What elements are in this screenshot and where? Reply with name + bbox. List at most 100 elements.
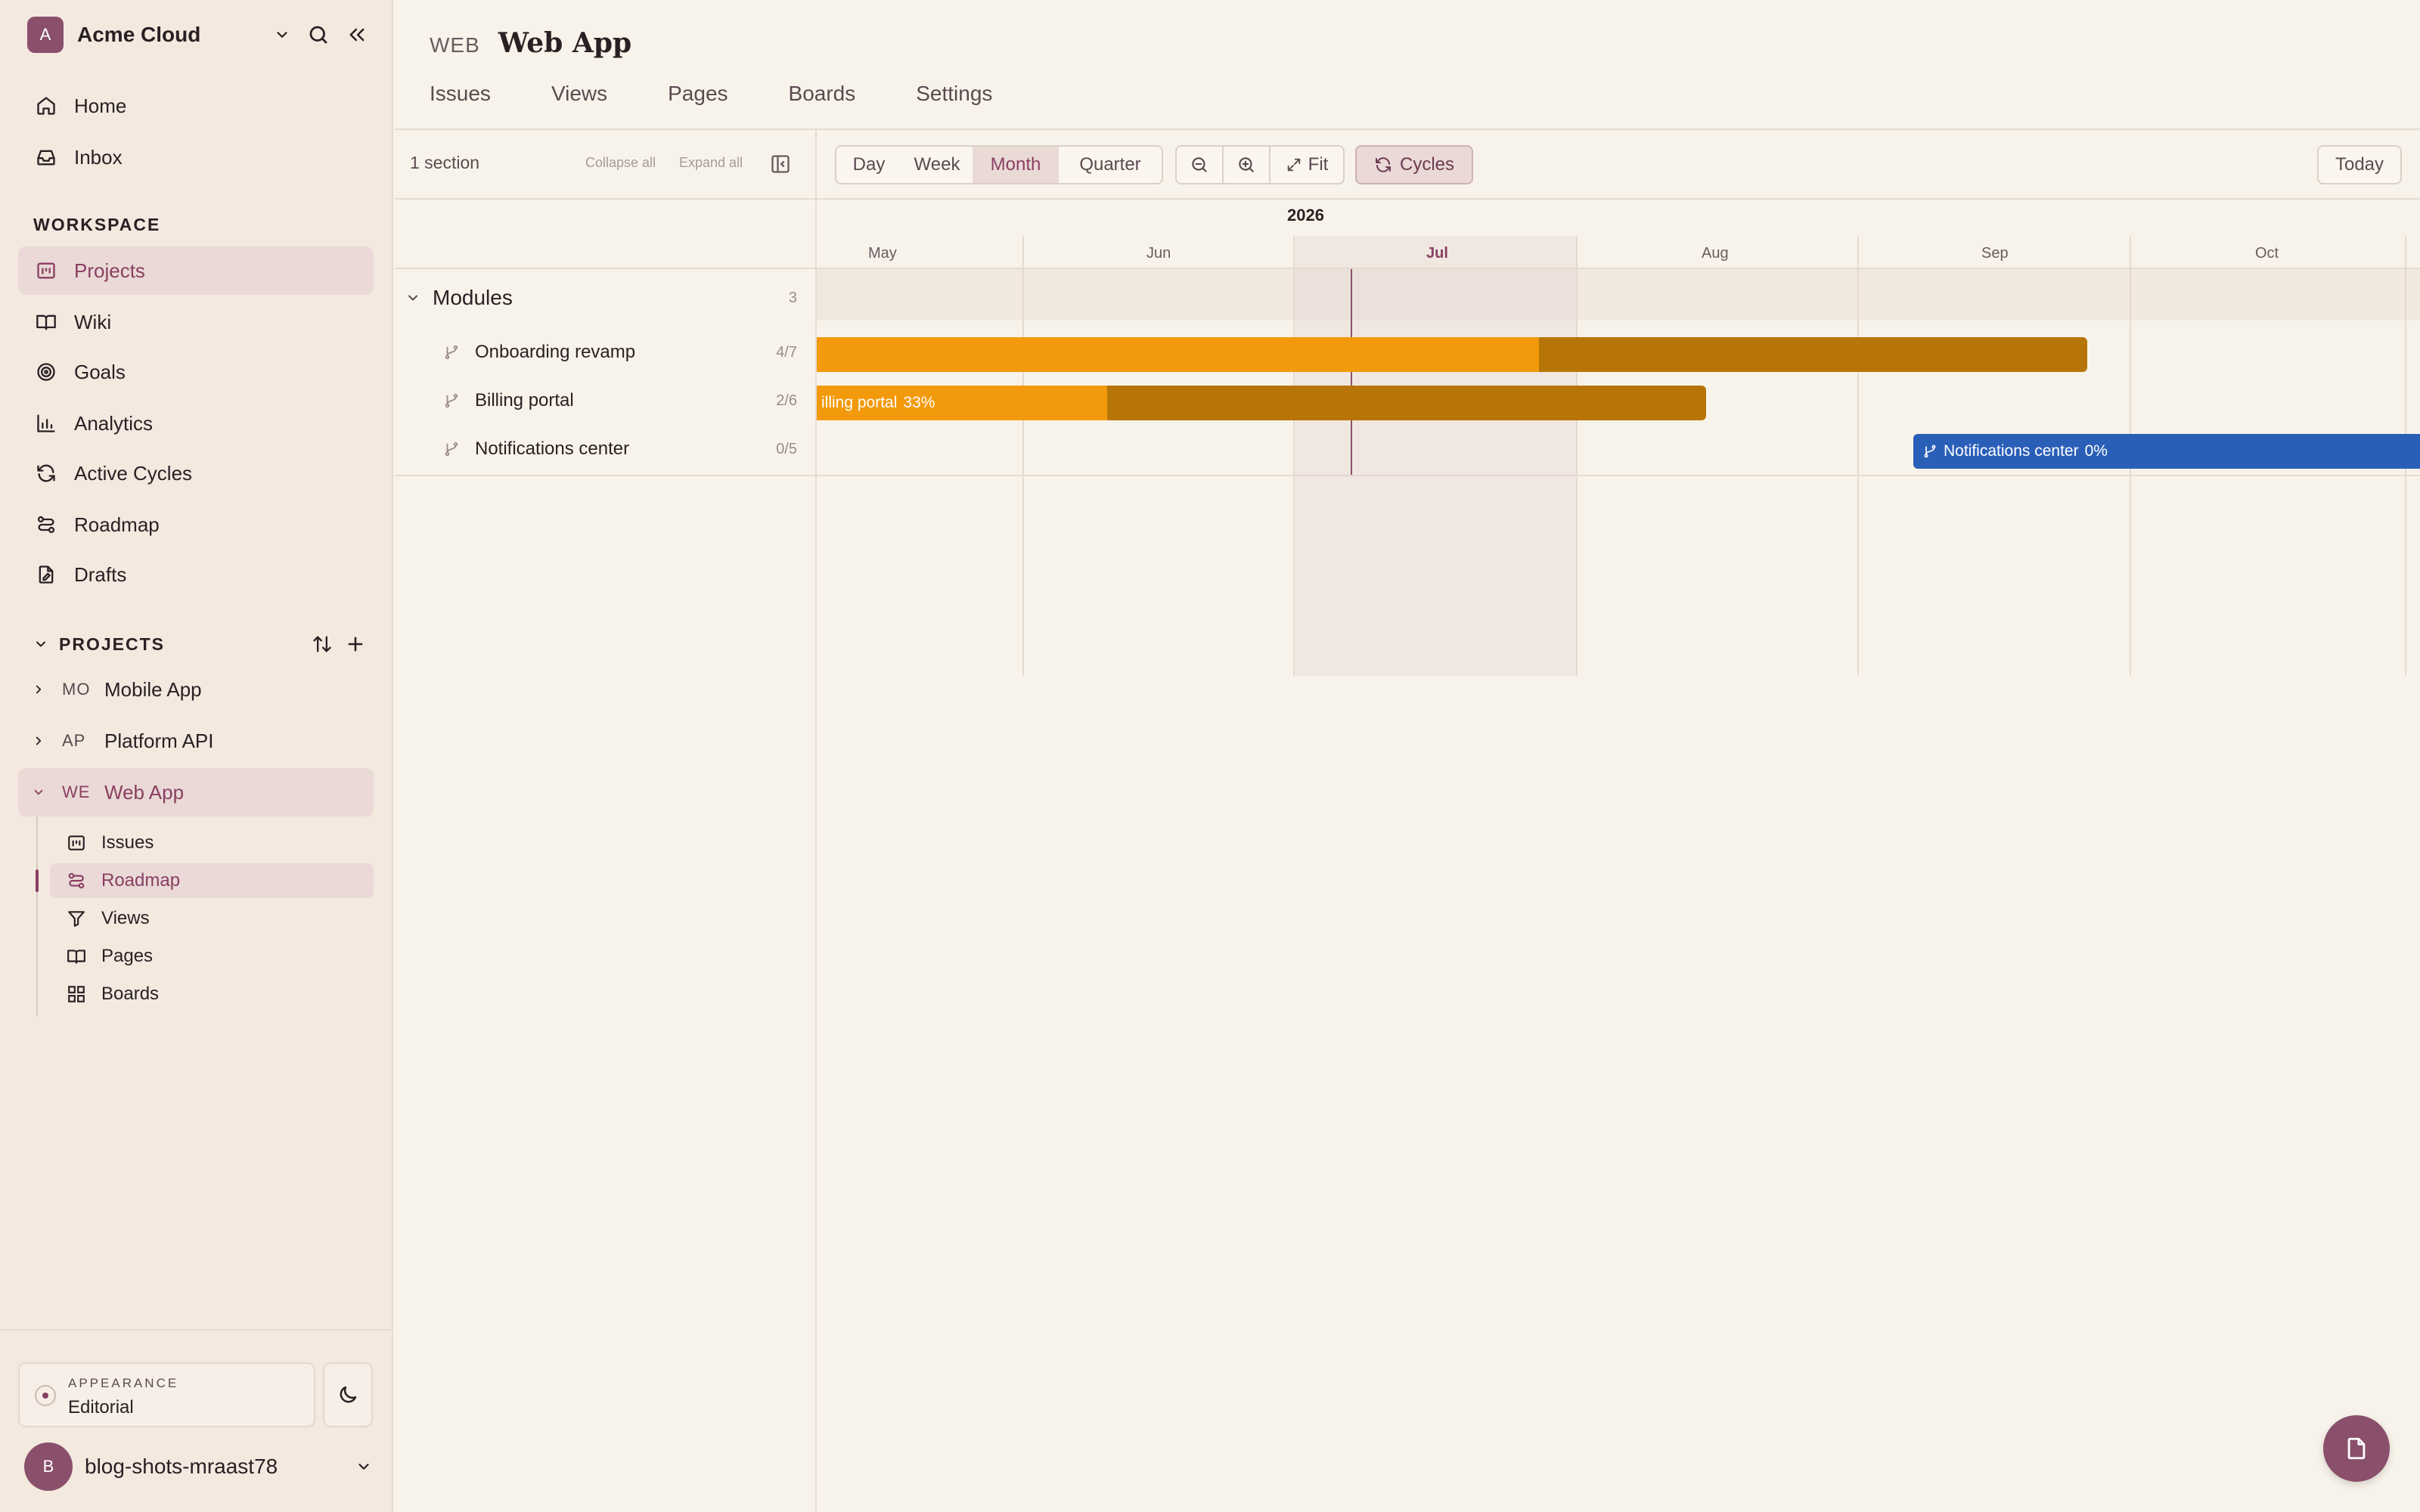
scale-day[interactable]: Day [836,147,901,183]
nav-drafts[interactable]: Drafts [18,550,374,599]
list-item[interactable]: Notifications center 0/5 [395,426,815,472]
scale-month[interactable]: Month [973,147,1059,183]
project-mobile-app[interactable]: MO Mobile App [18,665,374,714]
chevron-down-icon[interactable] [33,637,48,652]
git-branch-icon [442,344,461,361]
chevron-right-icon[interactable] [32,683,45,696]
avatar: B [24,1442,73,1491]
projects-icon [33,260,59,281]
month-label: Aug [1702,245,1729,262]
gantt-bar-label: Notifications center 0% [1913,442,2108,460]
nav-active-cycles-label: Active Cycles [74,461,193,485]
zoom-in-button[interactable] [1224,147,1270,183]
chevron-down-icon[interactable] [405,290,420,305]
moon-icon [337,1383,359,1406]
scale-quarter[interactable]: Quarter [1059,147,1162,183]
user-name: blog-shots-mraast78 [85,1455,278,1478]
list-item[interactable]: Billing portal 2/6 [395,378,815,423]
issues-icon [65,833,88,853]
subnav-boards[interactable]: Boards [50,977,374,1012]
nav-inbox[interactable]: Inbox [18,133,374,181]
project-web-app[interactable]: WE Web App [18,768,374,816]
module-progress: 4/7 [776,343,797,361]
list-item[interactable]: Onboarding revamp 4/7 [395,330,815,375]
subnav-issues-label: Issues [101,832,154,853]
subnav-roadmap[interactable]: Roadmap [50,863,374,898]
gantt-bar[interactable]: illing portal 33% [817,386,1706,420]
module-name: Notifications center [475,438,630,459]
gantt-timeline: 2026 May Jun Jul Aug Sep Oct illing port… [817,200,2420,1512]
chevron-down-icon[interactable] [274,26,290,43]
chevron-down-icon[interactable] [355,1458,372,1475]
zoom-out-button[interactable] [1177,147,1224,183]
tab-issues[interactable]: Issues [411,82,509,106]
nav-drafts-label: Drafts [74,562,127,586]
bar-chart-icon [33,413,59,434]
subnav-pages[interactable]: Pages [50,939,374,974]
chevron-down-icon[interactable] [32,785,45,799]
appearance-selector[interactable]: APPEARANCE Editorial [18,1362,315,1427]
year-label: 2026 [1287,206,1324,225]
subnav-guide-line [36,816,38,1016]
nav-wiki-label: Wiki [74,310,112,333]
tab-pages[interactable]: Pages [650,82,746,106]
nav-roadmap[interactable]: Roadmap [18,500,374,549]
git-branch-icon [442,441,461,457]
nav-home[interactable]: Home [18,82,374,130]
expand-all-button[interactable]: Expand all [679,155,743,171]
cycles-toggle[interactable]: Cycles [1355,145,1473,184]
panel-toggle-icon[interactable] [770,153,791,175]
nav-goals-label: Goals [74,360,126,383]
git-branch-icon [442,392,461,409]
nav-goals[interactable]: Goals [18,348,374,396]
module-progress: 0/5 [776,440,797,457]
sidebar: A Acme Cloud Home Inbox WORKSPACE Projec… [0,0,393,1512]
tab-views[interactable]: Views [533,82,625,106]
collapse-sidebar-icon[interactable] [346,24,368,45]
dark-mode-toggle[interactable] [323,1362,373,1427]
project-platform-api[interactable]: AP Platform API [18,717,374,765]
inbox-icon [33,147,59,168]
subnav-active-marker [36,869,39,892]
module-progress: 2/6 [776,392,797,409]
fit-button[interactable]: Fit [1270,147,1343,183]
module-name: Onboarding revamp [475,342,636,362]
gantt-bar-title: Notifications center [1944,442,2079,460]
subnav-boards-label: Boards [101,984,160,1004]
page-title: WEB Web App [430,27,631,59]
nav-analytics[interactable]: Analytics [18,399,374,448]
nav-wiki[interactable]: Wiki [18,298,374,346]
group-modules[interactable]: Modules 3 [395,275,815,321]
chevron-right-icon[interactable] [32,734,45,748]
cycles-label: Cycles [1399,154,1454,175]
today-button[interactable]: Today [2317,145,2402,184]
nav-active-cycles[interactable]: Active Cycles [18,449,374,497]
zoom-controls: Fit [1175,145,1345,184]
projects-section-header[interactable]: PROJECTS [33,629,366,659]
subnav-pages-label: Pages [101,946,154,966]
plus-icon[interactable] [345,634,366,655]
subnav-views[interactable]: Views [50,901,374,936]
book-icon [65,947,88,966]
git-branch-icon [1922,444,1938,459]
collapse-all-button[interactable]: Collapse all [585,155,656,171]
gantt-bar[interactable]: Notifications center 0% [1913,434,2420,469]
nav-projects[interactable]: Projects [18,246,374,295]
zoom-out-icon [1190,155,1209,175]
gantt-bar[interactable] [817,337,2087,372]
refresh-icon [33,463,59,484]
home-icon [33,95,59,116]
tab-settings[interactable]: Settings [898,82,1010,106]
new-page-button[interactable] [2323,1415,2390,1482]
gantt-bar-label: illing portal 33% [817,394,935,412]
scale-week[interactable]: Week [901,147,973,183]
sort-icon[interactable] [312,634,333,655]
workspace-switcher[interactable]: A Acme Cloud [27,17,368,53]
tab-boards[interactable]: Boards [771,82,874,106]
subnav-issues[interactable]: Issues [50,826,374,860]
user-menu[interactable]: B blog-shots-mraast78 [24,1442,372,1491]
group-count: 3 [788,289,797,306]
draft-icon [33,564,59,585]
nav-home-label: Home [74,94,127,117]
search-icon[interactable] [307,23,330,46]
